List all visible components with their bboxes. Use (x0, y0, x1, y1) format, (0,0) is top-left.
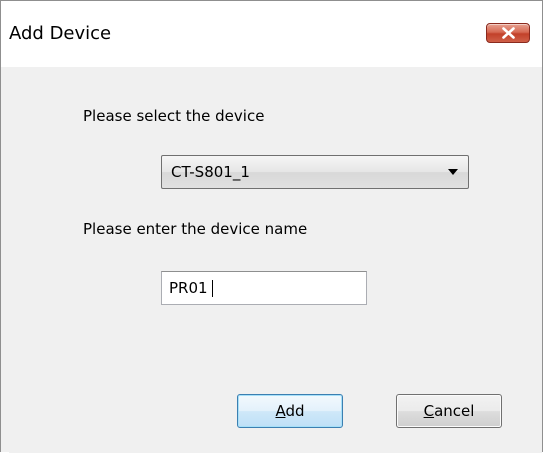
add-button-mnemonic: A (275, 402, 286, 420)
title-bar[interactable]: Add Device (1, 1, 542, 67)
select-device-label: Please select the device (83, 107, 265, 125)
cancel-button-mnemonic: C (423, 402, 435, 420)
device-name-label: Please enter the device name (83, 220, 308, 238)
cancel-button[interactable]: Cancel (396, 394, 502, 428)
device-name-input[interactable] (161, 271, 367, 305)
device-select[interactable]: CT-S801_1 (161, 155, 469, 189)
add-button[interactable]: Add (237, 394, 343, 428)
chevron-down-icon (448, 169, 458, 175)
add-button-label-rest: dd (285, 402, 305, 420)
device-select-value: CT-S801_1 (171, 163, 250, 181)
close-icon (502, 27, 515, 39)
dialog-title: Add Device (9, 23, 112, 44)
dialog-body: Please select the device CT-S801_1 Pleas… (9, 67, 542, 453)
text-caret (212, 280, 213, 297)
add-device-dialog: Add Device Please select the device CT-S… (0, 0, 543, 453)
close-button[interactable] (486, 23, 530, 43)
cancel-button-label-rest: ancel (434, 402, 475, 420)
